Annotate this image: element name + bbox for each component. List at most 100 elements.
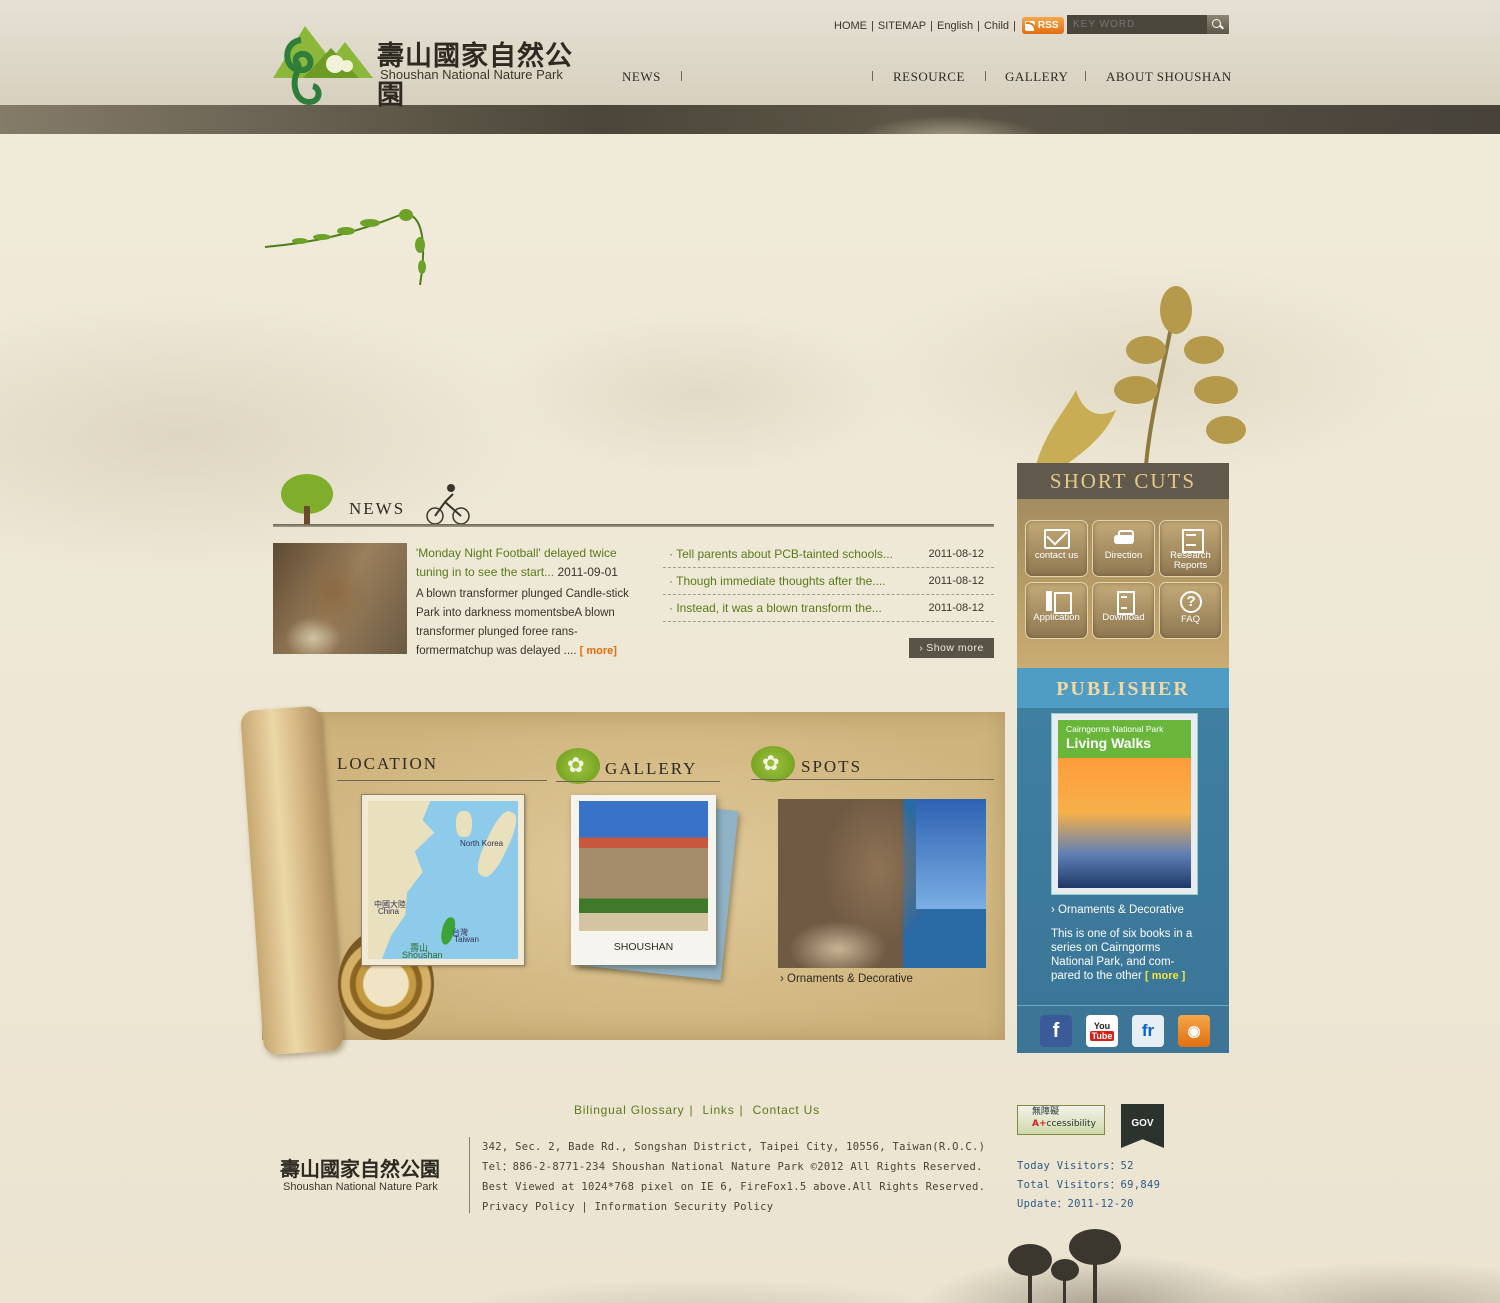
footer-policies[interactable]: Privacy Policy | Information Security Po…: [482, 1197, 985, 1217]
publisher-panel: PUBLISHER Cairngorms National Park Livin…: [1017, 668, 1229, 1053]
news-header: NEWS: [273, 470, 994, 530]
nav-divider: [985, 71, 986, 81]
question-icon: [1179, 591, 1202, 613]
footer-link-bilingual-glossary[interactable]: Bilingual Glossary: [574, 1103, 684, 1117]
facebook-icon[interactable]: f: [1040, 1015, 1072, 1047]
book-cover-image: Cairngorms National Park Living Walks: [1058, 720, 1191, 888]
featured-news-date: 2011-09-01: [557, 565, 618, 579]
news-item[interactable]: · Though immediate thoughts after the...…: [663, 568, 994, 595]
publisher-more-link[interactable]: [ more ]: [1145, 970, 1185, 982]
news-item-title: Though immediate thoughts after the....: [676, 574, 886, 588]
publisher-description: This is one of six books in a series on …: [1051, 927, 1201, 983]
map-label-taiwan-en: Taiwan: [454, 935, 479, 944]
show-more-button[interactable]: › Show more: [909, 638, 994, 658]
accessibility-badge-line3: ccessibility: [1046, 1119, 1096, 1129]
shortcuts-panel: SHORT CUTS contact us Direction Research…: [1017, 463, 1229, 673]
accessibility-badge[interactable]: 無障礙 A+ccessibility: [1017, 1105, 1105, 1135]
featured-news-title[interactable]: 'Monday Night Football' delayed twice tu…: [416, 544, 631, 582]
strip-mountain-decoration: [820, 105, 1080, 134]
map-label-shoushan-en: Shoushan: [402, 950, 443, 959]
news-item[interactable]: · Instead, it was a blown transform the.…: [663, 595, 994, 622]
chevron-right-icon: ›: [1051, 904, 1059, 916]
chevron-right-icon: ›: [780, 973, 788, 985]
shortcut-label: contact us: [1034, 550, 1079, 561]
youtube-icon[interactable]: You Tube: [1086, 1015, 1118, 1047]
footer-address: 342, Sec. 2, Bade Rd., Songshan District…: [482, 1141, 986, 1153]
sitemap-link[interactable]: SITEMAP: [878, 20, 926, 32]
shortcut-direction[interactable]: Direction: [1092, 520, 1155, 577]
total-visitors: Total Visitors：69,849: [1017, 1179, 1161, 1191]
footer-link-links[interactable]: Links: [703, 1103, 735, 1117]
rss-button[interactable]: RSS: [1021, 17, 1064, 34]
header-strip: [0, 105, 1500, 134]
nav-about-shoushan[interactable]: ABOUT SHOUSHAN: [1106, 69, 1232, 85]
spots-divider: [751, 779, 994, 780]
location-map[interactable]: North Korea 中國大陸 China 台灣 Taiwan 壽山 Shou…: [361, 794, 525, 966]
visitor-stats: Today Visitors：52 Total Visitors：69,849 …: [1017, 1157, 1160, 1214]
footer-logo-english: Shoushan National Nature Park: [283, 1181, 438, 1193]
map-label-china-en: China: [378, 907, 399, 916]
gallery-photo: [579, 801, 708, 931]
vine-decoration: [264, 209, 426, 286]
gallery-divider: [556, 781, 720, 782]
download-icon: [1111, 591, 1137, 615]
publisher-book-cover[interactable]: Cairngorms National Park Living Walks: [1051, 713, 1198, 895]
news-list: · Tell parents about PCB-tainted schools…: [663, 541, 994, 622]
spots-caption[interactable]: › Ornaments & Decorative: [780, 973, 913, 985]
featured-news-more-link[interactable]: [ more]: [580, 645, 617, 657]
today-visitors: Today Visitors：52: [1017, 1160, 1134, 1172]
shortcut-application[interactable]: Application: [1025, 582, 1088, 639]
rss-icon[interactable]: ◉: [1178, 1015, 1210, 1047]
show-more-label: Show more: [926, 642, 984, 654]
gallery-caption: SHOUSHAN: [613, 941, 674, 953]
child-link[interactable]: Child: [984, 20, 1009, 32]
book-subtitle: Cairngorms National Park: [1066, 724, 1164, 734]
publisher-title: PUBLISHER: [1056, 678, 1190, 700]
spots-caption-text: Ornaments & Decorative: [787, 973, 913, 985]
accessibility-badge-line1: 無障礙: [1032, 1107, 1060, 1117]
english-link[interactable]: English: [937, 20, 973, 32]
nav-divider: [872, 71, 873, 81]
accessibility-badge-line2: A+: [1032, 1119, 1047, 1129]
site-logo[interactable]: 壽山國家自然公園 Shoushan National Nature Park: [273, 20, 583, 111]
rss-icon: [1024, 20, 1036, 32]
nav-resource[interactable]: RESOURCE: [893, 69, 965, 85]
spots-photo[interactable]: [778, 799, 986, 968]
logo-mountain-icon: [273, 26, 373, 106]
update-date: Update：2011-12-20: [1017, 1198, 1134, 1210]
search-icon[interactable]: [1207, 15, 1229, 34]
home-link[interactable]: HOME: [834, 20, 867, 32]
news-item[interactable]: · Tell parents about PCB-tainted schools…: [663, 541, 994, 568]
footer-contact: Tel：886-2-8771-234 Shoushan National Nat…: [482, 1161, 983, 1173]
search-input[interactable]: [1067, 15, 1207, 34]
news-title: NEWS: [349, 499, 406, 518]
shortcut-label: FAQ: [1180, 614, 1200, 625]
shortcut-label: Direction: [1104, 550, 1143, 561]
gallery-photo-stack[interactable]: SHOUSHAN: [571, 795, 739, 981]
map-label-korea: North Korea: [460, 839, 504, 848]
footer-divider: [469, 1137, 470, 1213]
map-mainland: [368, 801, 435, 959]
shortcut-research-reports[interactable]: Research Reports: [1159, 520, 1222, 577]
tree-icon: [281, 474, 333, 526]
shortcut-faq[interactable]: FAQ: [1159, 582, 1222, 639]
trees-decoration: [1008, 1229, 1121, 1303]
publisher-caption[interactable]: › Ornaments & Decorative: [1051, 904, 1184, 916]
nav-news[interactable]: NEWS: [622, 69, 661, 85]
footer-link-contact-us[interactable]: Contact Us: [753, 1103, 820, 1117]
gallery-title: GALLERY: [605, 759, 698, 778]
news-item-date: 2011-08-12: [928, 602, 984, 614]
featured-news-photo[interactable]: [273, 543, 407, 654]
main-nav: NEWS RESOURCE GALLERY ABOUT SHOUSHAN: [0, 69, 1500, 85]
shortcut-contact-us[interactable]: contact us: [1025, 520, 1088, 577]
rss-label: RSS: [1037, 20, 1059, 31]
shortcut-label: Research Reports: [1170, 550, 1211, 571]
nav-gallery[interactable]: GALLERY: [1005, 69, 1068, 85]
shortcut-download[interactable]: Download: [1092, 582, 1155, 639]
map-image: North Korea 中國大陸 China 台灣 Taiwan 壽山 Shou…: [368, 801, 518, 959]
news-divider: [273, 524, 994, 527]
location-divider: [337, 780, 547, 781]
featured-news-body: A blown transformer plunged Candle-stick…: [416, 585, 636, 661]
flickr-icon[interactable]: fr: [1132, 1015, 1164, 1047]
chevron-right-icon: ›: [919, 642, 924, 654]
